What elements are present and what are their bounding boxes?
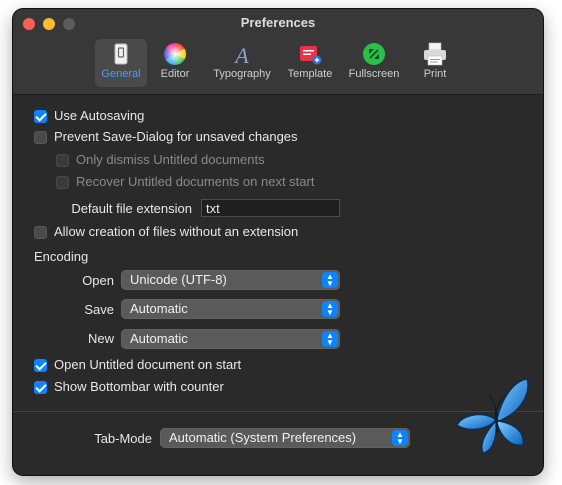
tab-mode-popup[interactable]: Automatic (System Preferences) ▲ ▼ <box>160 428 410 448</box>
typography-a-icon: A <box>233 43 249 66</box>
only-dismiss-untitled-checkbox[interactable] <box>56 154 69 167</box>
chevron-updown-icon: ▲ ▼ <box>322 301 338 317</box>
only-dismiss-untitled-label: Only dismiss Untitled documents <box>76 152 265 167</box>
butterfly-logo-icon <box>456 378 529 454</box>
prevent-save-dialog-checkbox[interactable] <box>34 131 47 144</box>
chevron-updown-icon: ▲ ▼ <box>322 272 338 288</box>
encoding-save-value: Automatic <box>130 301 188 316</box>
tab-typography[interactable]: A Typography <box>207 39 277 87</box>
open-untitled-checkbox[interactable] <box>34 359 47 372</box>
encoding-new-value: Automatic <box>130 331 188 346</box>
encoding-heading: Encoding <box>34 249 89 264</box>
tab-fullscreen-label: Fullscreen <box>348 68 400 80</box>
tab-template-label: Template <box>287 68 333 80</box>
tab-print-label: Print <box>423 68 447 80</box>
svg-text:A: A <box>233 43 249 66</box>
tab-editor-label: Editor <box>160 68 190 80</box>
show-bottombar-checkbox[interactable] <box>34 381 47 394</box>
tab-typography-label: Typography <box>213 68 271 80</box>
tab-mode-value: Automatic (System Preferences) <box>169 430 357 445</box>
encoding-open-value: Unicode (UTF-8) <box>130 272 227 287</box>
tab-editor[interactable]: Editor <box>155 39 195 87</box>
tab-print[interactable]: Print <box>413 39 457 87</box>
recover-untitled-checkbox[interactable] <box>56 176 69 189</box>
default-extension-field[interactable]: txt <box>201 199 340 217</box>
tab-mode-label: Tab-Mode <box>94 431 152 446</box>
encoding-open-popup[interactable]: Unicode (UTF-8) ▲ ▼ <box>121 270 340 290</box>
encoding-save-popup[interactable]: Automatic ▲ ▼ <box>121 299 340 319</box>
fullscreen-icon <box>363 43 385 65</box>
use-autosaving-label: Use Autosaving <box>54 108 145 123</box>
show-bottombar-label: Show Bottombar with counter <box>54 379 224 394</box>
template-icon <box>300 46 322 65</box>
open-untitled-label: Open Untitled document on start <box>54 357 242 372</box>
chevron-updown-icon: ▲ ▼ <box>322 331 338 347</box>
use-autosaving-checkbox[interactable] <box>34 110 47 123</box>
prevent-save-dialog-label: Prevent Save-Dialog for unsaved changes <box>54 129 298 144</box>
encoding-open-label: Open <box>82 273 114 288</box>
chevron-updown-icon: ▲ ▼ <box>392 430 408 446</box>
tab-template[interactable]: Template <box>283 39 337 87</box>
allow-no-extension-label: Allow creation of files without an exten… <box>54 224 299 239</box>
titlebar: Preferences General Editor A Typography … <box>13 9 543 95</box>
tab-general-label: General <box>101 68 141 80</box>
allow-no-extension-checkbox[interactable] <box>34 226 47 239</box>
color-wheel-icon <box>164 43 186 65</box>
encoding-new-popup[interactable]: Automatic ▲ ▼ <box>121 329 340 349</box>
general-switch-icon <box>114 43 128 65</box>
tab-general[interactable]: General <box>95 39 147 87</box>
default-extension-label: Default file extension <box>71 201 192 216</box>
recover-untitled-label: Recover Untitled documents on next start <box>76 174 315 189</box>
encoding-new-label: New <box>87 331 114 346</box>
window-title: Preferences <box>240 15 316 30</box>
tab-fullscreen[interactable]: Fullscreen <box>344 39 404 87</box>
preferences-window: Preferences General Editor A Typography … <box>13 9 543 475</box>
encoding-save-label: Save <box>84 302 114 317</box>
printer-icon <box>424 42 446 66</box>
